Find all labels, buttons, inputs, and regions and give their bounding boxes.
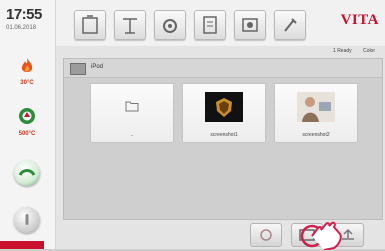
clock-date: 01.06.2018	[6, 25, 37, 31]
brand-logo: VITA	[340, 12, 379, 28]
device-icon	[70, 63, 86, 75]
wrench-icon	[284, 18, 297, 32]
file-item-screenshot2[interactable]: screenshot2	[274, 83, 358, 143]
vacuum-icon	[19, 108, 35, 124]
image-thumbnail-icon	[297, 92, 335, 122]
browser-panel: iPod .. screenshot1 screenshot2	[63, 58, 383, 220]
image-thumbnail-icon	[205, 92, 243, 122]
flame-icon	[21, 58, 33, 72]
info-icon	[25, 214, 29, 225]
file-name: ..	[130, 132, 134, 138]
status-ready: 1 Ready	[333, 48, 352, 54]
documents-icon	[203, 16, 217, 34]
file-browser: 1 Ready Color iPod .. screenshot1 screen…	[56, 46, 385, 250]
furnace-icon	[82, 15, 98, 34]
gear-icon	[163, 19, 177, 33]
file-item-parent[interactable]: ..	[90, 83, 174, 143]
tool-media[interactable]	[234, 10, 266, 40]
file-item-screenshot1[interactable]: screenshot1	[182, 83, 266, 143]
tool-documents[interactable]	[194, 10, 226, 40]
tool-furnace[interactable]	[74, 10, 106, 40]
tap-gesture-icon	[300, 221, 342, 250]
status-sidebar: 17:55 01.06.2018 30°C 500°C	[0, 0, 56, 249]
tool-programs[interactable]	[114, 10, 146, 40]
path-label: iPod	[91, 64, 104, 70]
programs-icon	[123, 18, 137, 34]
file-name: screenshot1	[210, 132, 238, 138]
record-icon	[260, 229, 272, 241]
path-bar: iPod	[64, 59, 382, 78]
program-button[interactable]	[14, 160, 40, 186]
file-name: screenshot2	[302, 132, 330, 138]
tool-service[interactable]	[274, 10, 306, 40]
program-icon	[18, 169, 36, 176]
vacuum-value: 500°C	[18, 131, 36, 137]
status-color: Color	[363, 48, 375, 54]
folder-icon	[125, 101, 139, 112]
clock-time: 17:55	[6, 6, 42, 23]
app-window: 17:55 01.06.2018 30°C 500°C VITA 1 Ready…	[0, 0, 385, 250]
info-button[interactable]	[14, 207, 40, 233]
tool-settings[interactable]	[154, 10, 186, 40]
record-button[interactable]	[250, 223, 282, 247]
media-icon	[242, 18, 258, 32]
temperature-indicator[interactable]: 30°C	[14, 58, 40, 86]
vacuum-indicator[interactable]: 500°C	[14, 107, 40, 137]
top-toolbar: VITA	[56, 0, 385, 46]
temperature-value: 30°C	[20, 80, 34, 86]
status-line: 1 Ready Color	[323, 48, 375, 54]
accent-strip	[0, 241, 44, 249]
